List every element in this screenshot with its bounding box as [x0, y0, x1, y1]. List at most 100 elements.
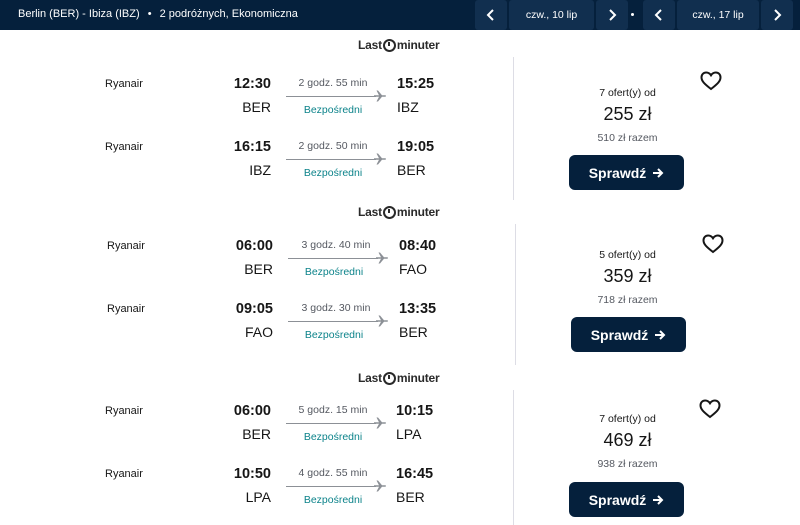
departure-airport: BER [244, 261, 273, 277]
card-divider [513, 57, 514, 200]
arrival-airport: LPA [396, 426, 422, 442]
return-leg: Ryanair 16:15 IBZ 2 godz. 50 min Bezpośr… [0, 139, 500, 195]
flight-duration: 2 godz. 50 min [298, 140, 368, 152]
airline-name: Ryanair [105, 405, 143, 417]
provider-name-part: Last [358, 371, 382, 385]
plane-icon [374, 417, 386, 429]
stops-label: Bezpośredni [304, 266, 364, 278]
arrival-time: 16:45 [396, 466, 434, 482]
departure-airport: IBZ [249, 162, 271, 178]
arrival-time: 15:25 [397, 76, 435, 92]
stops-label: Bezpośredni [303, 167, 363, 179]
return-prev-day-button[interactable] [643, 0, 675, 30]
date-separator-dot [631, 13, 634, 16]
departure-airport: BER [242, 99, 271, 115]
heart-icon[interactable] [700, 71, 722, 91]
flight-result-card[interactable]: Last minuter Ryanair 06:00 BER 3 godz. 40… [0, 204, 800, 367]
provider-logo: Last minuter [358, 37, 440, 53]
outbound-prev-day-button[interactable] [475, 0, 507, 30]
heart-icon[interactable] [702, 234, 724, 254]
route-line [288, 258, 378, 259]
check-deal-button[interactable]: Sprawdź [569, 155, 684, 190]
price: 255 zł [603, 104, 652, 124]
card-divider [515, 224, 516, 365]
check-deal-label: Sprawdź [590, 326, 649, 343]
arrival-time: 13:35 [399, 301, 437, 317]
departure-time: 16:15 [233, 139, 271, 155]
clock-icon [382, 205, 396, 219]
search-summary[interactable]: Berlin (BER) - Ibiza (IBZ) • 2 podróżnyc… [18, 8, 298, 20]
departure-airport: FAO [244, 324, 273, 340]
provider-name-part: Last [358, 205, 382, 219]
provider-name-part: Last [358, 38, 382, 52]
arrival-airport: IBZ [397, 99, 419, 115]
plane-icon [374, 90, 386, 102]
chevron-right-icon [774, 9, 782, 21]
provider-name-part: minuter [396, 38, 440, 52]
arrival-airport: BER [396, 489, 425, 505]
total-price: 510 zł razem [597, 132, 658, 144]
return-leg: Ryanair 09:05 FAO 3 godz. 30 min Bezpośr… [0, 301, 500, 357]
check-deal-button[interactable]: Sprawdź [569, 482, 684, 517]
separator-dot: • [147, 8, 152, 20]
arrival-airport: BER [397, 162, 426, 178]
total-price: 938 zł razem [597, 458, 658, 470]
stops-label: Bezpośredni [303, 431, 363, 443]
check-deal-button[interactable]: Sprawdź [571, 317, 686, 352]
flight-duration: 2 godz. 55 min [298, 77, 368, 89]
plane-icon [374, 480, 386, 492]
route-line [286, 423, 376, 424]
arrow-right-icon [653, 167, 664, 178]
provider-name-part: minuter [396, 205, 440, 219]
arrival-time: 10:15 [396, 403, 434, 419]
flight-result-card[interactable]: Last minuter Ryanair 12:30 BER 2 godz. 55… [0, 37, 800, 202]
heart-icon[interactable] [699, 399, 721, 419]
offers-count: 7 ofert(y) od [599, 413, 656, 425]
price: 359 zł [603, 266, 652, 286]
arrival-airport: FAO [399, 261, 428, 277]
return-date[interactable]: czw., 17 lip [677, 0, 759, 30]
departure-airport: LPA [245, 489, 271, 505]
flight-duration: 3 godz. 30 min [301, 302, 371, 314]
return-next-day-button[interactable] [761, 0, 793, 30]
route-line [286, 159, 376, 160]
route-line [286, 486, 376, 487]
airline-name: Ryanair [105, 141, 143, 153]
total-price: 718 zł razem [597, 294, 658, 306]
check-deal-label: Sprawdź [588, 164, 647, 181]
departure-time: 09:05 [235, 301, 273, 317]
check-deal-label: Sprawdź [588, 491, 647, 508]
stops-label: Bezpośredni [304, 329, 364, 341]
price-box: 7 ofert(y) od 255 zł 510 zł razem [560, 87, 695, 144]
route-line [286, 96, 376, 97]
arrival-time: 19:05 [397, 139, 435, 155]
outbound-leg: Ryanair 06:00 BER 5 godz. 15 min Bezpośr… [0, 403, 500, 459]
flight-duration: 3 godz. 40 min [301, 239, 371, 251]
provider-name-part: minuter [396, 371, 440, 385]
flight-result-card[interactable]: Last minuter Ryanair 06:00 BER 5 godz. 15… [0, 370, 800, 525]
route-text: Berlin (BER) - Ibiza (IBZ) [18, 8, 140, 20]
return-leg: Ryanair 10:50 LPA 4 godz. 55 min Bezpośr… [0, 466, 500, 522]
chevron-left-icon [654, 9, 662, 21]
stops-label: Bezpośredni [303, 104, 363, 116]
chevron-right-icon [609, 9, 617, 21]
arrival-time: 08:40 [399, 238, 437, 254]
offers-count: 5 ofert(y) od [599, 249, 656, 261]
stops-label: Bezpośredni [303, 494, 363, 506]
price-box: 7 ofert(y) od 469 zł 938 zł razem [560, 413, 695, 470]
card-divider [513, 390, 514, 525]
route-line [288, 321, 378, 322]
flight-duration: 4 godz. 55 min [298, 467, 368, 479]
outbound-date[interactable]: czw., 10 lip [509, 0, 594, 30]
airline-name: Ryanair [105, 468, 143, 480]
offers-count: 7 ofert(y) od [599, 87, 656, 99]
departure-time: 06:00 [235, 238, 273, 254]
airline-name: Ryanair [107, 303, 145, 315]
departure-time: 12:30 [233, 76, 271, 92]
outbound-leg: Ryanair 12:30 BER 2 godz. 55 min Bezpośr… [0, 76, 500, 132]
outbound-next-day-button[interactable] [596, 0, 628, 30]
clock-icon [382, 371, 396, 385]
price: 469 zł [603, 430, 652, 450]
departure-time: 10:50 [233, 466, 271, 482]
outbound-leg: Ryanair 06:00 BER 3 godz. 40 min Bezpośr… [0, 238, 500, 294]
